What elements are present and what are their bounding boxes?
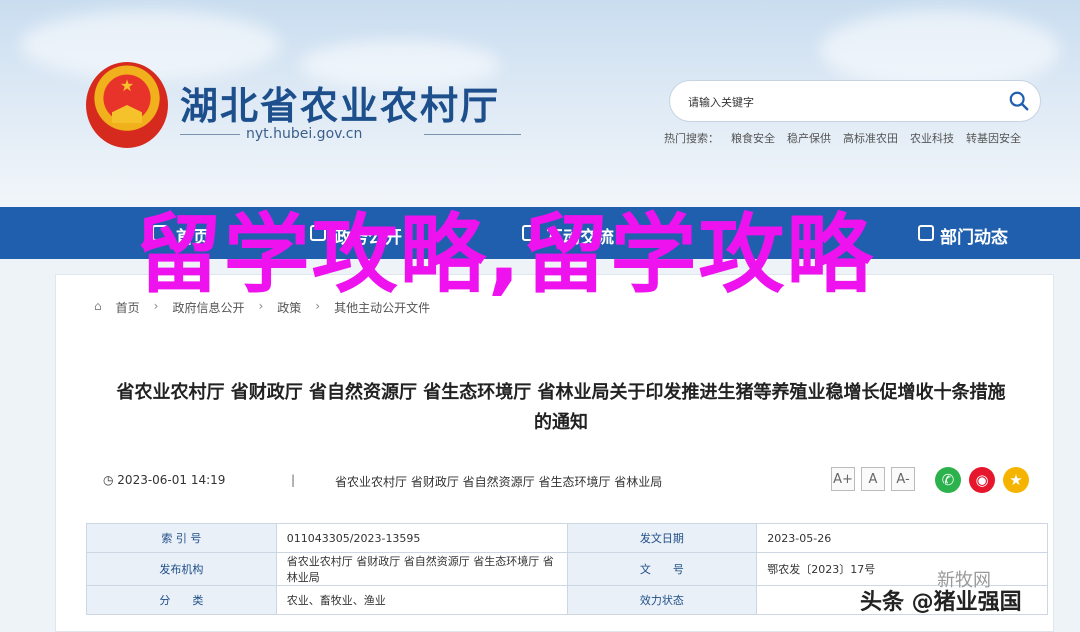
publish-date-value: 2023-06-01 14:19 [117,473,226,487]
article-title: 省农业农村厅 省财政厅 省自然资源厅 省生态环境厅 省林业局关于印发推进生猪等养… [116,382,1006,433]
search-placeholder: 请输入关键字 [688,96,754,109]
qzone-icon[interactable]: ★ [1003,467,1029,493]
meta-key: 发布机构 [86,552,277,586]
meta-key: 发文日期 [566,523,758,553]
hot-search-item[interactable]: 转基因安全 [966,130,1021,146]
site-header: ★ 湖北省农业农村厅 nyt.hubei.gov.cn 请输入关键字 热门搜索：… [0,0,1080,207]
watermark-toutiao: 头条 @猪业强国 [860,590,1022,615]
article-panel: ⌂ 首页 › 政府信息公开 › 政策 › 其他主动公开文件 省农业农村厅 省财政… [55,274,1054,632]
search-icon[interactable] [1008,90,1030,112]
search-input[interactable]: 请输入关键字 [669,80,1041,122]
hot-search-item[interactable]: 高标准农田 [843,130,898,146]
hot-search-bar: 热门搜索： 粮食安全 稳产保供 高标准农田 农业科技 转基因安全 [664,130,1021,146]
table-row: 索 引 号 011043305/2023-13595 发文日期 2023-05-… [86,523,1048,553]
meta-value: 011043305/2023-13595 [275,523,568,553]
cloud-decoration [820,10,1060,90]
font-decrease-button[interactable]: A- [891,467,915,491]
hot-search-item[interactable]: 稳产保供 [787,130,831,146]
weibo-icon[interactable]: ◉ [969,467,995,493]
meta-key: 分 类 [86,585,277,615]
hot-search-item[interactable]: 粮食安全 [731,130,775,146]
meta-key: 索 引 号 [86,523,277,553]
overlay-caption: 留学攻略,留学攻略 [135,205,875,305]
meta-key: 文 号 [566,552,758,586]
meta-value: 农业、畜牧业、渔业 [275,585,568,615]
site-domain: nyt.hubei.gov.cn [246,126,363,142]
divider [180,134,240,135]
font-increase-button[interactable]: A+ [831,467,855,491]
publish-date: ◷ 2023-06-01 14:19 [103,473,226,487]
font-reset-button[interactable]: A [861,467,885,491]
gate-icon [112,105,142,123]
wechat-icon[interactable]: ✆ [935,467,961,493]
meta-separator: | [291,473,296,487]
hot-search-item[interactable]: 农业科技 [910,130,954,146]
meta-value: 2023-05-26 [756,523,1048,553]
publisher-orgs: 省农业农村厅 省财政厅 省自然资源厅 省生态环境厅 省林业局 [335,475,663,489]
meta-value: 鄂农发〔2023〕17号 [756,552,1048,586]
hot-search-label: 热门搜索： [664,132,719,145]
meta-key: 效力状态 [566,585,758,615]
article-meta: ◷ 2023-06-01 14:19 | 省农业农村厅 省财政厅 省自然资源厅 … [103,467,1029,495]
site-title[interactable]: 湖北省农业农村厅 [180,75,500,130]
table-row: 发布机构 省农业农村厅 省财政厅 省自然资源厅 省生态环境厅 省林业局 文 号 … [86,552,1048,586]
national-emblem-logo[interactable]: ★ [86,62,168,148]
star-icon: ★ [119,76,135,95]
divider [424,134,521,135]
meta-value: 省农业农村厅 省财政厅 省自然资源厅 省生态环境厅 省林业局 [275,552,568,586]
